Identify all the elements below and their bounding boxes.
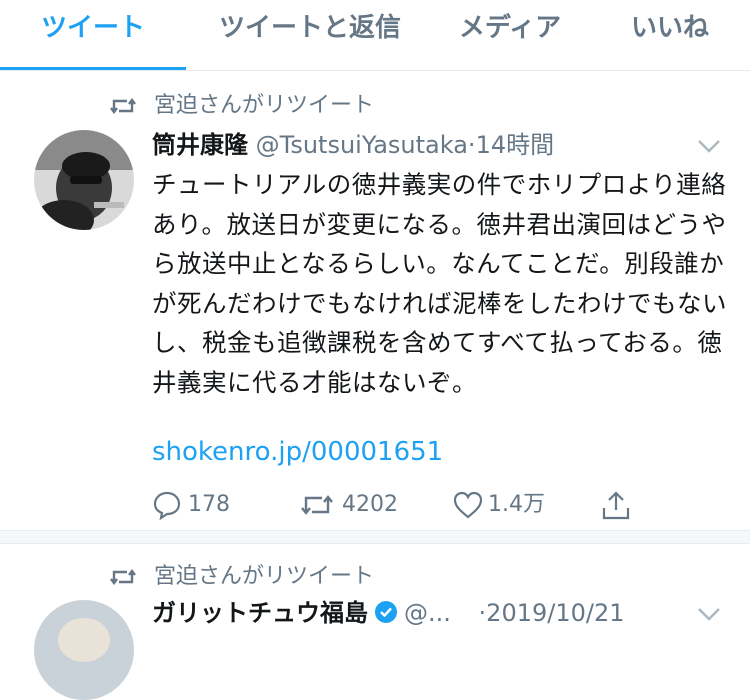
reply-icon [153, 491, 181, 520]
avatar[interactable] [34, 600, 134, 700]
verified-badge-icon [375, 601, 397, 623]
share-button[interactable] [600, 488, 634, 522]
tab-tweets-and-replies[interactable]: ツイートと返信 [190, 0, 430, 70]
active-tab-indicator [0, 67, 186, 70]
retweet-context-label: 宮迫さんがリツイート [154, 564, 375, 589]
tab-tweets[interactable]: ツイート [0, 0, 186, 70]
tweet-link[interactable]: shokenro.jp/00001651 [152, 437, 443, 467]
retweet-context-label: 宮迫さんがリツイート [154, 93, 375, 118]
retweet-icon [110, 569, 136, 585]
profile-tabs: ツイート ツイートと返信 メディア いいね [0, 0, 750, 71]
retweet-count: 4202 [342, 492, 398, 517]
reply-button[interactable]: 178 [152, 488, 242, 522]
avatar-image [34, 130, 134, 230]
tweet-header: 筒井康隆 @TsutsuiYasutaka·14時間 [152, 128, 554, 162]
share-icon [602, 491, 630, 520]
like-icon [453, 491, 483, 519]
display-name[interactable]: 筒井康隆 [152, 131, 248, 159]
chevron-down-icon[interactable] [696, 605, 722, 623]
user-handle[interactable]: @TsutsuiYasutaka [256, 131, 468, 159]
reply-count: 178 [188, 492, 230, 517]
user-handle[interactable]: @... [404, 599, 451, 627]
like-button[interactable]: 1.4万 [452, 488, 552, 522]
retweet-icon [301, 495, 333, 515]
tab-media[interactable]: メディア [440, 0, 580, 70]
display-name[interactable]: ガリットチュウ福島 [152, 599, 368, 627]
tab-likes[interactable]: いいね [615, 0, 725, 70]
like-count: 1.4万 [488, 492, 545, 517]
retweet-button[interactable]: 4202 [300, 488, 410, 522]
retweet-icon [110, 98, 136, 114]
separator-dot: · [467, 131, 476, 159]
avatar-image [34, 600, 134, 700]
chevron-down-icon[interactable] [696, 137, 722, 155]
avatar[interactable] [34, 130, 134, 230]
tweet-text: チュートリアルの徳井義実の件でホリプロより連絡あり。放送日が変更になる。徳井君出… [152, 170, 727, 397]
tweet-time[interactable]: 2019/10/21 [486, 599, 624, 627]
tweet-time[interactable]: 14時間 [476, 131, 555, 159]
tweet-divider [0, 530, 750, 544]
